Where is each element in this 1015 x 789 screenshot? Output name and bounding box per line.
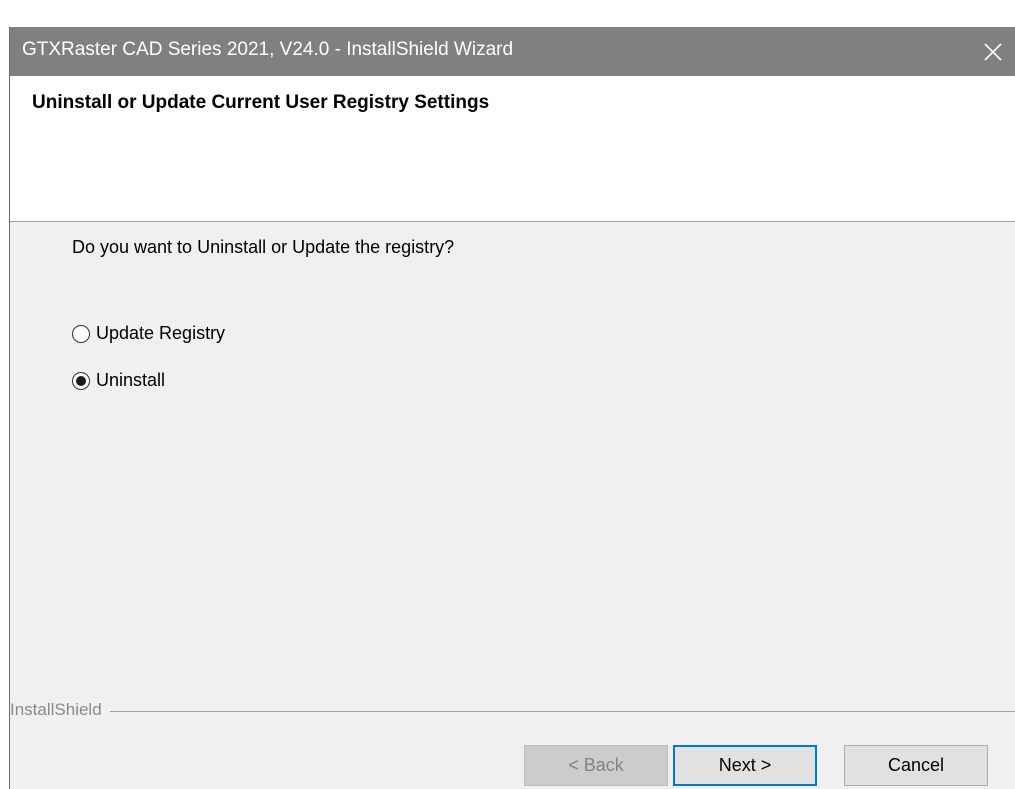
- installshield-brand: InstallShield: [10, 700, 110, 720]
- window-title: GTXRaster CAD Series 2021, V24.0 - Insta…: [22, 39, 514, 60]
- page-title: Uninstall or Update Current User Registr…: [32, 92, 490, 113]
- uninstall-label[interactable]: Uninstall: [96, 370, 165, 391]
- header-panel: Uninstall or Update Current User Registr…: [10, 76, 1015, 222]
- update-registry-label[interactable]: Update Registry: [96, 323, 225, 344]
- uninstall-radio[interactable]: Uninstall: [72, 370, 165, 391]
- footer-divider: [10, 711, 1015, 712]
- installshield-wizard-window: GTXRaster CAD Series 2021, V24.0 - Insta…: [9, 27, 1015, 789]
- close-button[interactable]: [970, 27, 1015, 76]
- radio-unselected-icon[interactable]: [72, 324, 90, 343]
- title-bar[interactable]: GTXRaster CAD Series 2021, V24.0 - Insta…: [10, 27, 1015, 76]
- back-button[interactable]: < Back: [524, 745, 668, 786]
- cancel-button[interactable]: Cancel: [844, 745, 988, 786]
- radio-dot-icon: [76, 375, 86, 386]
- question-text: Do you want to Uninstall or Update the r…: [72, 237, 455, 257]
- next-button[interactable]: Next >: [673, 745, 817, 786]
- update-registry-radio[interactable]: Update Registry: [72, 323, 225, 344]
- close-icon: [983, 42, 1003, 62]
- radio-selected-icon[interactable]: [72, 371, 90, 390]
